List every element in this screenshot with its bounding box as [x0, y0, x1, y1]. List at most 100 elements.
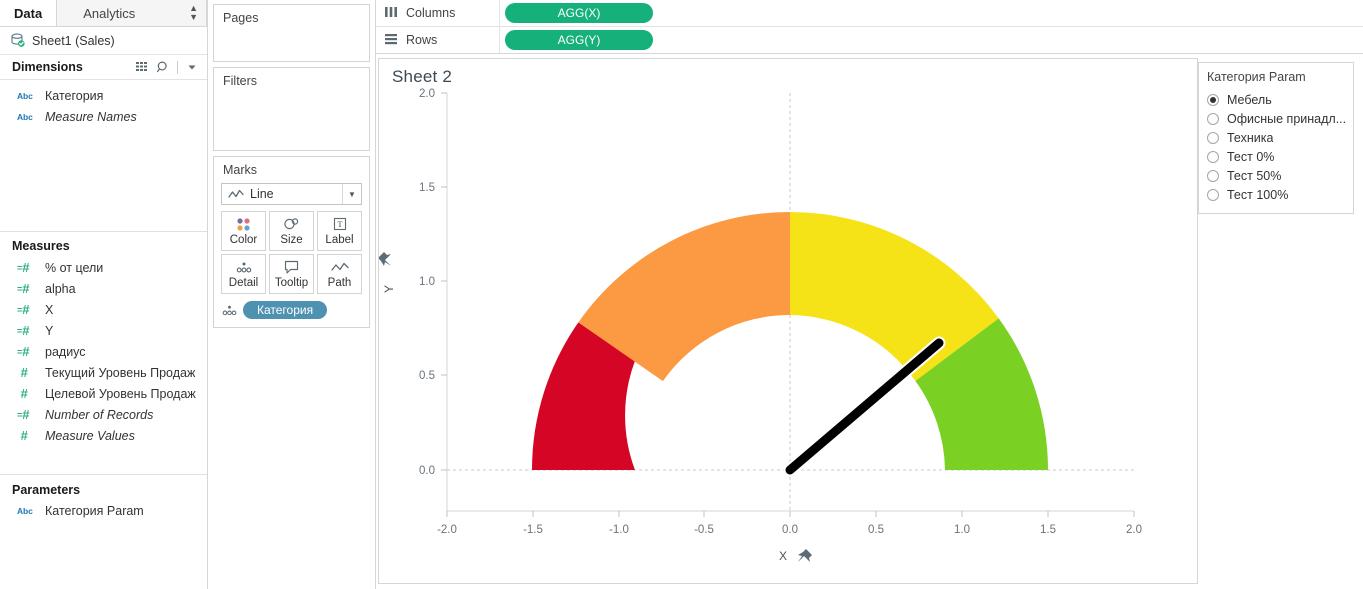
toolbar-divider [177, 61, 178, 74]
param-option-mebel[interactable]: Мебель [1207, 90, 1351, 109]
y-axis-title-group: Y [379, 252, 396, 293]
parameters-header: Parameters [0, 475, 207, 500]
param-option-label: Офисные принадл... [1227, 112, 1346, 126]
field-row[interactable]: =# Number of Records [0, 404, 207, 425]
grid-view-icon[interactable] [135, 60, 149, 74]
field-row[interactable]: # Текущий Уровень Продаж [0, 362, 207, 383]
radio-button-icon[interactable] [1207, 94, 1219, 106]
field-name: Целевой Уровень Продаж [45, 387, 196, 401]
x-tick-label: -2.0 [437, 524, 457, 536]
mark-type-dropdown[interactable]: Line ▼ [221, 183, 362, 205]
field-row[interactable]: Abc Категория [0, 85, 207, 106]
pill-agg-y[interactable]: AGG(Y) [505, 30, 653, 50]
marks-size-button[interactable]: Size [269, 211, 314, 251]
y-tick-label: 0.0 [419, 465, 435, 477]
x-axis-title-group: X [779, 549, 812, 563]
y-tick-label: 1.5 [419, 182, 435, 194]
marks-color-button[interactable]: Color [221, 211, 266, 251]
radio-button-icon[interactable] [1207, 189, 1219, 201]
field-row[interactable]: =# Y [0, 320, 207, 341]
param-option-label: Тест 50% [1227, 169, 1281, 183]
datasource-item[interactable]: Sheet1 (Sales) [0, 27, 207, 55]
field-row[interactable]: Abc Категория Param [0, 500, 207, 521]
columns-shelf-label: Columns [376, 0, 500, 26]
chevron-down-icon[interactable] [185, 60, 199, 74]
field-row[interactable]: Abc Measure Names [0, 106, 207, 127]
marks-tooltip-button[interactable]: Tooltip [269, 254, 314, 294]
pin-icon[interactable] [798, 549, 812, 562]
columns-shelf[interactable]: Columns AGG(X) [376, 0, 1363, 27]
x-tick-label: -1.5 [523, 524, 543, 536]
search-icon[interactable] [156, 60, 170, 74]
param-option-test-0[interactable]: Тест 0% [1207, 147, 1351, 166]
dimensions-title: Dimensions [12, 60, 135, 74]
radio-button-icon[interactable] [1207, 132, 1219, 144]
line-chart-icon [226, 189, 246, 200]
pill-agg-x[interactable]: AGG(X) [505, 3, 653, 23]
abc-icon: Abc [17, 112, 35, 122]
data-analytics-tabstrip: Data Analytics ▲▼ [0, 0, 207, 27]
field-name: Measure Names [45, 110, 137, 124]
y-tick-label: 1.0 [419, 276, 435, 288]
datasource-label: Sheet1 (Sales) [32, 34, 115, 48]
calculated-number-icon: =# [17, 261, 35, 274]
param-option-test-100[interactable]: Тест 100% [1207, 185, 1351, 204]
pages-card[interactable]: Pages [213, 4, 370, 62]
marks-title: Marks [214, 157, 369, 180]
radio-button-icon[interactable] [1207, 113, 1219, 125]
calculated-number-icon: =# [17, 303, 35, 316]
tab-data[interactable]: Data [0, 0, 56, 26]
field-row[interactable]: # Целевой Уровень Продаж [0, 383, 207, 404]
number-icon: # [17, 387, 35, 400]
field-row[interactable]: # Measure Values [0, 425, 207, 446]
param-option-ofisnye[interactable]: Офисные принадл... [1207, 109, 1351, 128]
field-row[interactable]: =# радиус [0, 341, 207, 362]
columns-shelf-drop[interactable]: AGG(X) [500, 0, 1363, 26]
field-name: X [45, 303, 53, 317]
tab-analytics[interactable]: Analytics ▲▼ [56, 0, 207, 26]
radio-button-icon[interactable] [1207, 151, 1219, 163]
mark-type-label: Line [250, 187, 342, 201]
size-icon [283, 216, 301, 233]
marks-detail-button[interactable]: Detail [221, 254, 266, 294]
field-name: Текущий Уровень Продаж [45, 366, 195, 380]
filters-card[interactable]: Filters [213, 67, 370, 151]
field-name: Y [45, 324, 53, 338]
param-option-tehnika[interactable]: Техника [1207, 128, 1351, 147]
marks-tooltip-label: Tooltip [275, 278, 308, 290]
rows-shelf[interactable]: Rows AGG(Y) [376, 27, 1363, 54]
marks-label-button[interactable]: T Label [317, 211, 362, 251]
measures-header: Measures [0, 232, 207, 257]
marks-pill-kategoriya[interactable]: Категория [243, 301, 327, 319]
field-row[interactable]: =# % от цели [0, 257, 207, 278]
rows-shelf-drop[interactable]: AGG(Y) [500, 27, 1363, 53]
parameters-title: Parameters [12, 483, 199, 497]
chevron-down-icon[interactable]: ▼ [342, 184, 361, 204]
radio-button-icon[interactable] [1207, 170, 1219, 182]
param-option-test-50[interactable]: Тест 50% [1207, 166, 1351, 185]
marks-buttons-grid: Color Size T [221, 211, 362, 294]
detail-dots-icon [221, 303, 238, 318]
y-axis-ticks [441, 93, 447, 470]
worksheet-area: Columns AGG(X) Rows AGG(Y) Sheet 2 [376, 0, 1363, 589]
marks-path-button[interactable]: Path [317, 254, 362, 294]
field-name: Категория Param [45, 504, 144, 518]
columns-label-text: Columns [406, 6, 455, 20]
visualization-area: Sheet 2 [376, 54, 1363, 589]
calculated-number-icon: =# [17, 408, 35, 421]
data-pane: Data Analytics ▲▼ Sheet1 (Sales) Dimensi… [0, 0, 208, 589]
pin-icon[interactable] [379, 252, 391, 266]
rows-icon [384, 33, 398, 48]
y-axis-title: Y [382, 285, 396, 293]
calculated-number-icon: =# [17, 324, 35, 337]
tab-analytics-label: Analytics [83, 6, 135, 21]
x-tick-label: 2.0 [1126, 524, 1142, 536]
abc-icon: Abc [17, 91, 35, 101]
viz-panel[interactable]: Sheet 2 [378, 58, 1198, 584]
field-row[interactable]: =# X [0, 299, 207, 320]
dimensions-field-list: Abc Категория Abc Measure Names [0, 80, 207, 133]
gauge-chart[interactable]: 2.0 1.5 1.0 0.5 0.0 Y [379, 59, 1200, 584]
cards-column: Pages Filters Marks Line ▼ [208, 0, 376, 589]
field-row[interactable]: =# alpha [0, 278, 207, 299]
path-line-icon [331, 259, 349, 276]
